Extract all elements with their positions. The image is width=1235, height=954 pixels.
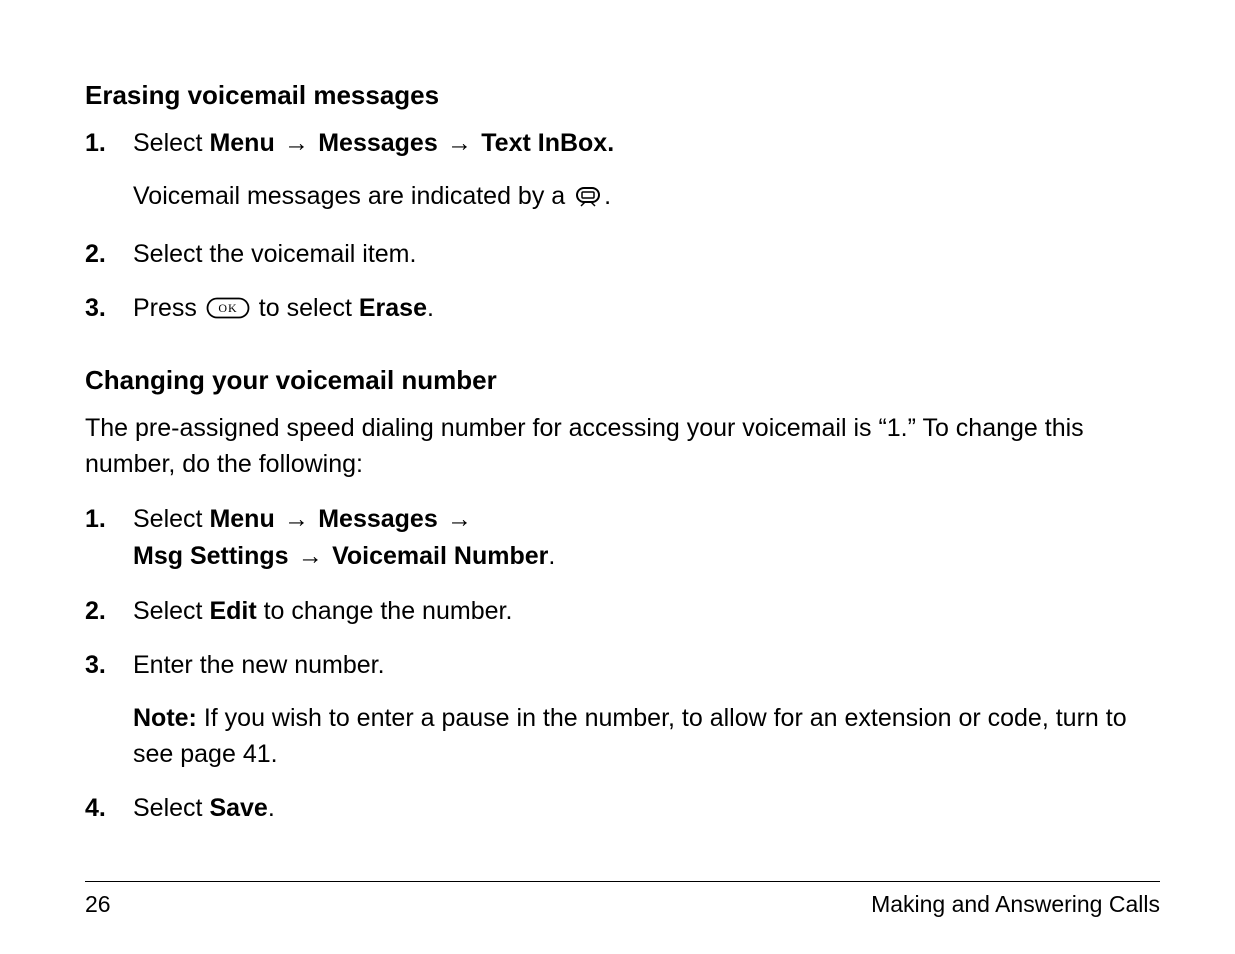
msg-settings-label: Msg Settings: [133, 542, 289, 570]
footer-divider: [85, 881, 1160, 882]
menu-label: Menu: [209, 505, 274, 533]
list-number: 2.: [85, 236, 133, 272]
messages-label: Messages: [318, 505, 438, 533]
list-item: 1. Select Menu → Messages →Msg Settings …: [85, 501, 1160, 576]
note-body: If you wish to enter a pause in the numb…: [133, 704, 1127, 768]
heading-changing-voicemail-number: Changing your voicemail number: [85, 365, 1160, 396]
save-label: Save: [209, 794, 267, 822]
step-text: Select the voicemail item.: [133, 236, 1160, 272]
step-text: Select: [133, 505, 209, 533]
text-inbox-label: Text InBox.: [481, 129, 614, 157]
step-subtext: Voicemail messages are indicated by a: [133, 182, 572, 210]
arrow-icon: →: [275, 130, 319, 157]
step-subtext-post: .: [604, 182, 611, 210]
list-number: 4.: [85, 790, 133, 826]
step-text: Select: [133, 129, 209, 157]
list-number: 2.: [85, 593, 133, 629]
step-text-post: .: [427, 294, 434, 322]
list-item: 3. Enter the new number. Note: If you wi…: [85, 647, 1160, 772]
step-text-mid: to select: [252, 294, 359, 322]
messages-label: Messages: [318, 129, 438, 157]
arrow-icon: →: [438, 130, 482, 157]
list-item: 4. Select Save.: [85, 790, 1160, 826]
list-item: 2. Select Edit to change the number.: [85, 593, 1160, 629]
voicemail-number-label: Voicemail Number: [332, 542, 548, 570]
list-number: 1.: [85, 501, 133, 537]
page-number: 26: [85, 891, 111, 918]
intro-paragraph: The pre-assigned speed dialing number fo…: [85, 410, 1160, 483]
page-footer: 26 Making and Answering Calls: [85, 891, 1160, 918]
list-number: 1.: [85, 125, 133, 161]
ok-button-icon: OK: [206, 293, 250, 329]
step-text: Select: [133, 597, 209, 625]
edit-label: Edit: [209, 597, 256, 625]
step-text: Press: [133, 294, 204, 322]
chapter-title: Making and Answering Calls: [871, 891, 1160, 918]
arrow-icon: →: [289, 543, 333, 570]
list-item: 2. Select the voicemail item.: [85, 236, 1160, 272]
list-number: 3.: [85, 290, 133, 326]
step-text: Enter the new number.: [133, 647, 1160, 683]
list-item: 3. Press OK to select Erase.: [85, 290, 1160, 329]
step-text-post: .: [548, 542, 555, 570]
heading-erasing-voicemail: Erasing voicemail messages: [85, 80, 1160, 111]
step-text: Select: [133, 794, 209, 822]
list-item: 1. Select Menu → Messages → Text InBox. …: [85, 125, 1160, 218]
erase-label: Erase: [359, 294, 427, 322]
arrow-icon: →: [275, 506, 319, 533]
step-text-post: .: [268, 794, 275, 822]
svg-text:OK: OK: [218, 301, 237, 315]
arrow-icon: →: [438, 506, 475, 533]
menu-label: Menu: [209, 129, 274, 157]
step-text-post: to change the number.: [257, 597, 513, 625]
list-number: 3.: [85, 647, 133, 683]
note-label: Note:: [133, 704, 197, 732]
voicemail-icon: [574, 181, 602, 217]
